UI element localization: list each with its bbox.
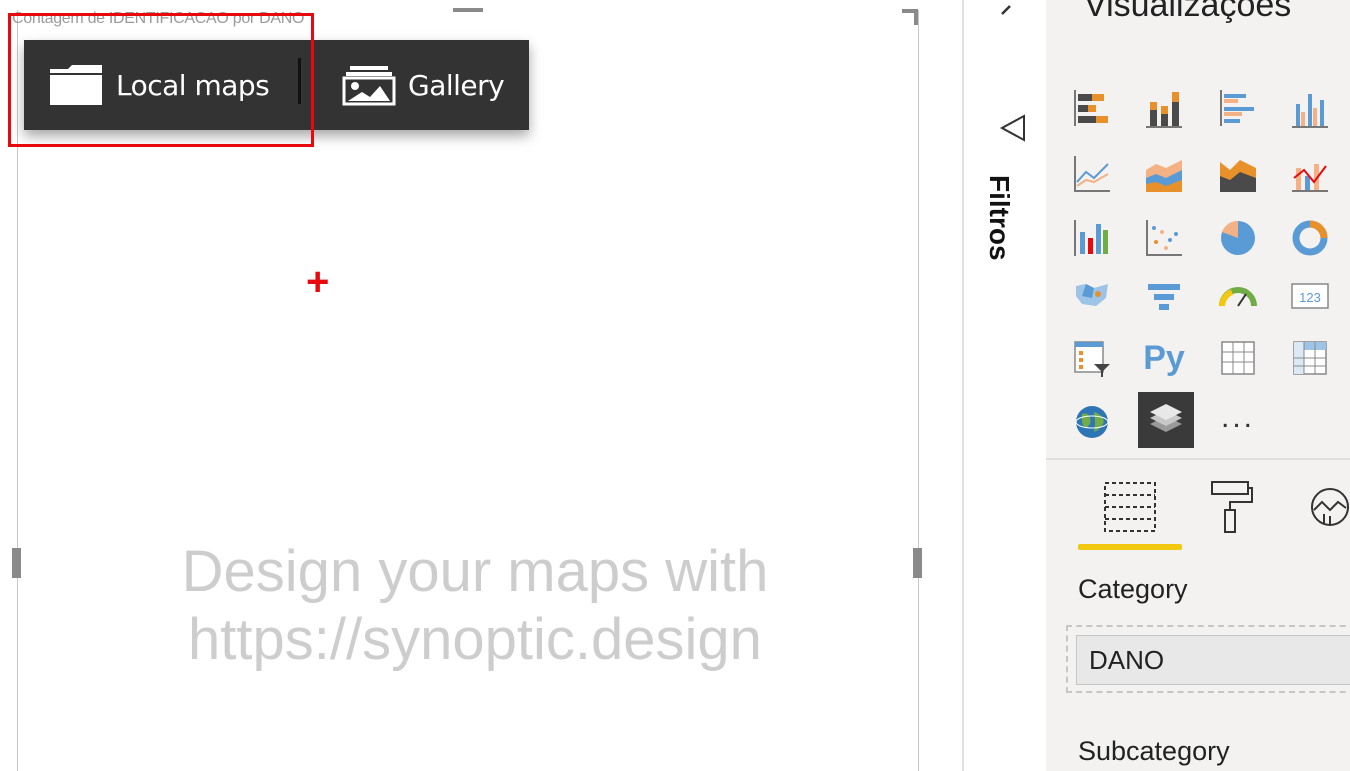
placeholder-line-2[interactable]: https://synoptic.design — [60, 606, 890, 674]
pie-chart-icon[interactable] — [1216, 216, 1260, 260]
map-placeholder-text: Design your maps with https://synoptic.d… — [60, 538, 890, 674]
annotation-highlight-box — [8, 13, 314, 147]
card-icon-label: 123 — [1299, 290, 1321, 305]
globe-map-icon[interactable] — [1070, 400, 1114, 444]
stacked-bar-chart-icon[interactable] — [1070, 86, 1114, 130]
map-icon[interactable] — [1070, 274, 1114, 318]
category-label: Category — [1078, 574, 1188, 604]
analytics-tab-icon[interactable] — [1308, 480, 1350, 534]
scatter-chart-icon[interactable] — [1142, 216, 1186, 260]
subcategory-label: Subcategory — [1078, 736, 1230, 766]
filters-label[interactable]: Filtros — [983, 175, 1015, 261]
ribbon-chart-icon[interactable] — [1070, 216, 1114, 260]
gauge-icon[interactable] — [1216, 274, 1260, 318]
python-visual-icon[interactable]: Py — [1138, 336, 1190, 380]
synoptic-panel-icon[interactable] — [1138, 392, 1194, 448]
pane-divider — [1046, 458, 1350, 460]
visual-right-border — [918, 10, 919, 771]
placeholder-line-1: Design your maps with — [181, 539, 769, 604]
clustered-bar-chart-icon[interactable] — [1216, 86, 1260, 130]
stacked-column-chart-icon[interactable] — [1142, 86, 1186, 130]
area-chart-icon[interactable] — [1142, 152, 1186, 196]
table-icon[interactable] — [1216, 336, 1260, 380]
fields-tab-icon[interactable] — [1102, 480, 1158, 534]
gallery-label: Gallery — [408, 68, 505, 102]
more-visuals-button[interactable]: ... — [1216, 396, 1260, 440]
gallery-button[interactable]: Gallery — [342, 40, 505, 130]
funnel-chart-icon[interactable] — [1142, 274, 1186, 318]
resize-handle-corner[interactable] — [902, 9, 918, 25]
resize-handle-left[interactable] — [12, 548, 21, 578]
donut-chart-icon[interactable] — [1288, 216, 1332, 260]
line-and-column-chart-icon[interactable] — [1288, 152, 1332, 196]
card-icon[interactable]: 123 — [1288, 274, 1332, 318]
visualizations-title: Visualizações — [1084, 0, 1292, 24]
category-field-pill[interactable]: DANO — [1076, 635, 1350, 685]
resize-handle-top[interactable] — [453, 8, 483, 12]
category-field-well[interactable]: DANO — [1066, 625, 1350, 693]
gallery-icon — [342, 66, 396, 106]
filter-funnel-icon[interactable] — [998, 114, 1028, 144]
filters-rail — [962, 0, 1048, 771]
cursor-crosshair-icon: + — [306, 260, 330, 304]
slicer-icon[interactable] — [1070, 336, 1114, 380]
stacked-area-chart-icon[interactable] — [1216, 152, 1260, 196]
clustered-column-chart-icon[interactable] — [1288, 86, 1332, 130]
category-field-value: DANO — [1089, 644, 1165, 675]
python-visual-label: Py — [1143, 338, 1185, 377]
format-paint-roller-icon[interactable] — [1210, 480, 1254, 534]
visualizations-pane: Visualizações 123 Py ... Category DANO S… — [1046, 0, 1350, 771]
active-tab-indicator — [1078, 544, 1182, 550]
resize-handle-right[interactable] — [913, 548, 922, 578]
line-chart-icon[interactable] — [1070, 152, 1114, 196]
report-canvas: Contagem de IDENTIFICACAO por DANO Local… — [0, 0, 962, 771]
collapse-chevron-icon[interactable] — [996, 4, 1016, 28]
matrix-icon[interactable] — [1288, 336, 1332, 380]
